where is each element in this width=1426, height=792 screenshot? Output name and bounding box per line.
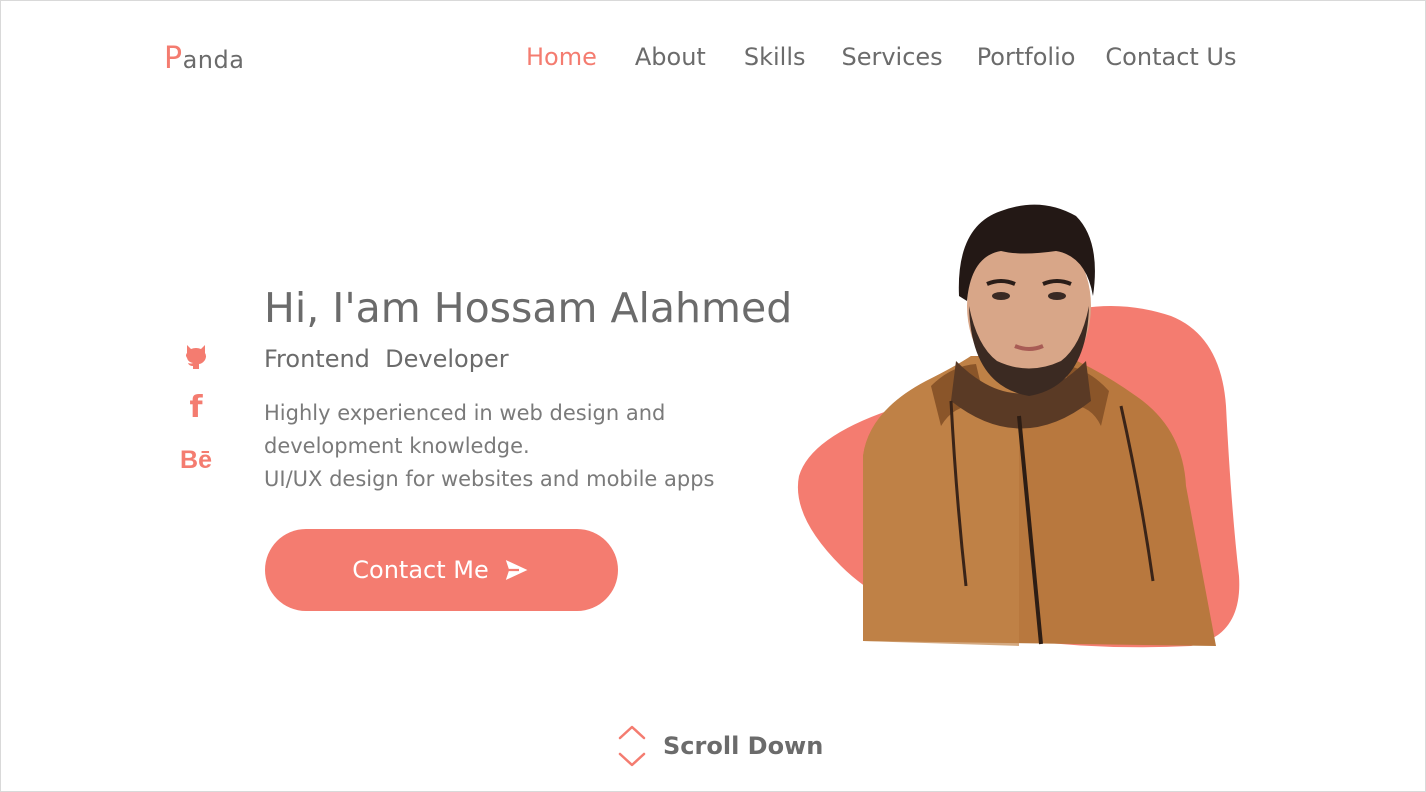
main-nav: Home About Skills Services Portfolio Con… bbox=[526, 43, 1237, 71]
nav-home[interactable]: Home bbox=[526, 43, 597, 71]
contact-me-label: Contact Me bbox=[352, 556, 489, 584]
facebook-icon[interactable]: f bbox=[182, 393, 210, 423]
hero-description-line: Highly experienced in web design and bbox=[264, 401, 666, 425]
social-links: f Bē bbox=[180, 341, 212, 475]
hero-title: Hi, I'am Hossam Alahmed bbox=[264, 284, 793, 332]
scroll-arrows-icon bbox=[618, 725, 646, 767]
brand-logo[interactable]: Panda bbox=[164, 41, 244, 76]
profile-portrait bbox=[797, 204, 1240, 648]
brand-logo-initial: P bbox=[164, 41, 183, 76]
brand-logo-rest: anda bbox=[182, 46, 245, 74]
nav-services[interactable]: Services bbox=[841, 43, 942, 71]
hero-description-line: UI/UX design for websites and mobile app… bbox=[264, 467, 715, 491]
hero-description-line: development knowledge. bbox=[264, 434, 530, 458]
nav-about[interactable]: About bbox=[635, 43, 706, 71]
behance-icon[interactable]: Bē bbox=[180, 445, 212, 475]
hero-subtitle: Frontend Developer bbox=[264, 345, 509, 373]
scroll-down-link[interactable]: Scroll Down bbox=[617, 724, 823, 768]
nav-portfolio[interactable]: Portfolio bbox=[977, 43, 1076, 71]
contact-me-button[interactable]: Contact Me bbox=[265, 529, 618, 611]
nav-skills[interactable]: Skills bbox=[744, 43, 806, 71]
send-icon bbox=[502, 557, 531, 583]
github-icon[interactable] bbox=[182, 341, 210, 371]
scroll-down-label: Scroll Down bbox=[663, 732, 824, 760]
nav-contact-us[interactable]: Contact Us bbox=[1105, 43, 1236, 71]
hero-description: Highly experienced in web design and dev… bbox=[264, 397, 824, 496]
